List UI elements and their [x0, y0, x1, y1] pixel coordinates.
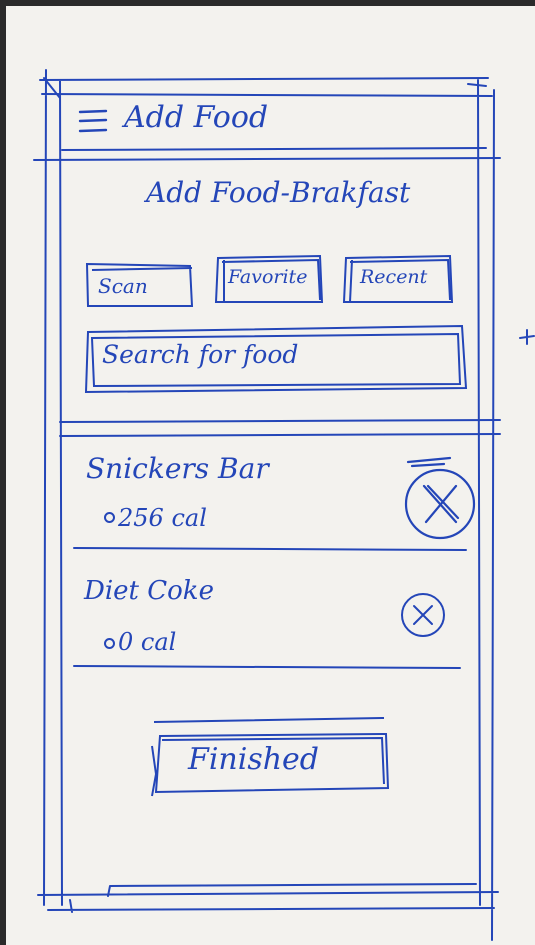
tab-recent-label: Recent	[360, 266, 428, 288]
food-item: Snickers Bar 256 cal	[80, 446, 480, 546]
tab-scan[interactable]: Scan	[84, 260, 196, 310]
food-item-name: Snickers Bar	[86, 452, 269, 485]
remove-food-button[interactable]	[398, 590, 448, 640]
page-title: Add Food-Brakfast	[146, 176, 411, 209]
hamburger-menu-icon	[78, 109, 108, 133]
tab-favorite-label: Favorite	[228, 266, 308, 288]
bullet-icon	[104, 512, 115, 523]
food-item-name: Diet Coke	[84, 576, 214, 606]
tab-scan-label: Scan	[98, 274, 148, 298]
tab-recent[interactable]: Recent	[342, 252, 456, 306]
remove-food-button[interactable]	[398, 452, 478, 540]
food-item: Diet Coke 0 cal	[80, 570, 480, 666]
finished-button[interactable]: Finished	[146, 716, 392, 800]
bullet-icon	[104, 638, 115, 649]
remove-x-circle-icon	[401, 593, 445, 637]
search-placeholder: Search for food	[102, 340, 299, 369]
remove-x-circle-icon	[404, 456, 476, 540]
tab-favorite[interactable]: Favorite	[214, 252, 326, 306]
menu-button[interactable]	[76, 106, 112, 136]
food-item-calories: 256 cal	[118, 504, 207, 532]
finished-button-label: Finished	[188, 742, 320, 777]
food-item-calories: 0 cal	[118, 628, 177, 656]
header-title: Add Food	[124, 100, 269, 135]
search-input[interactable]: Search for food	[82, 322, 468, 398]
